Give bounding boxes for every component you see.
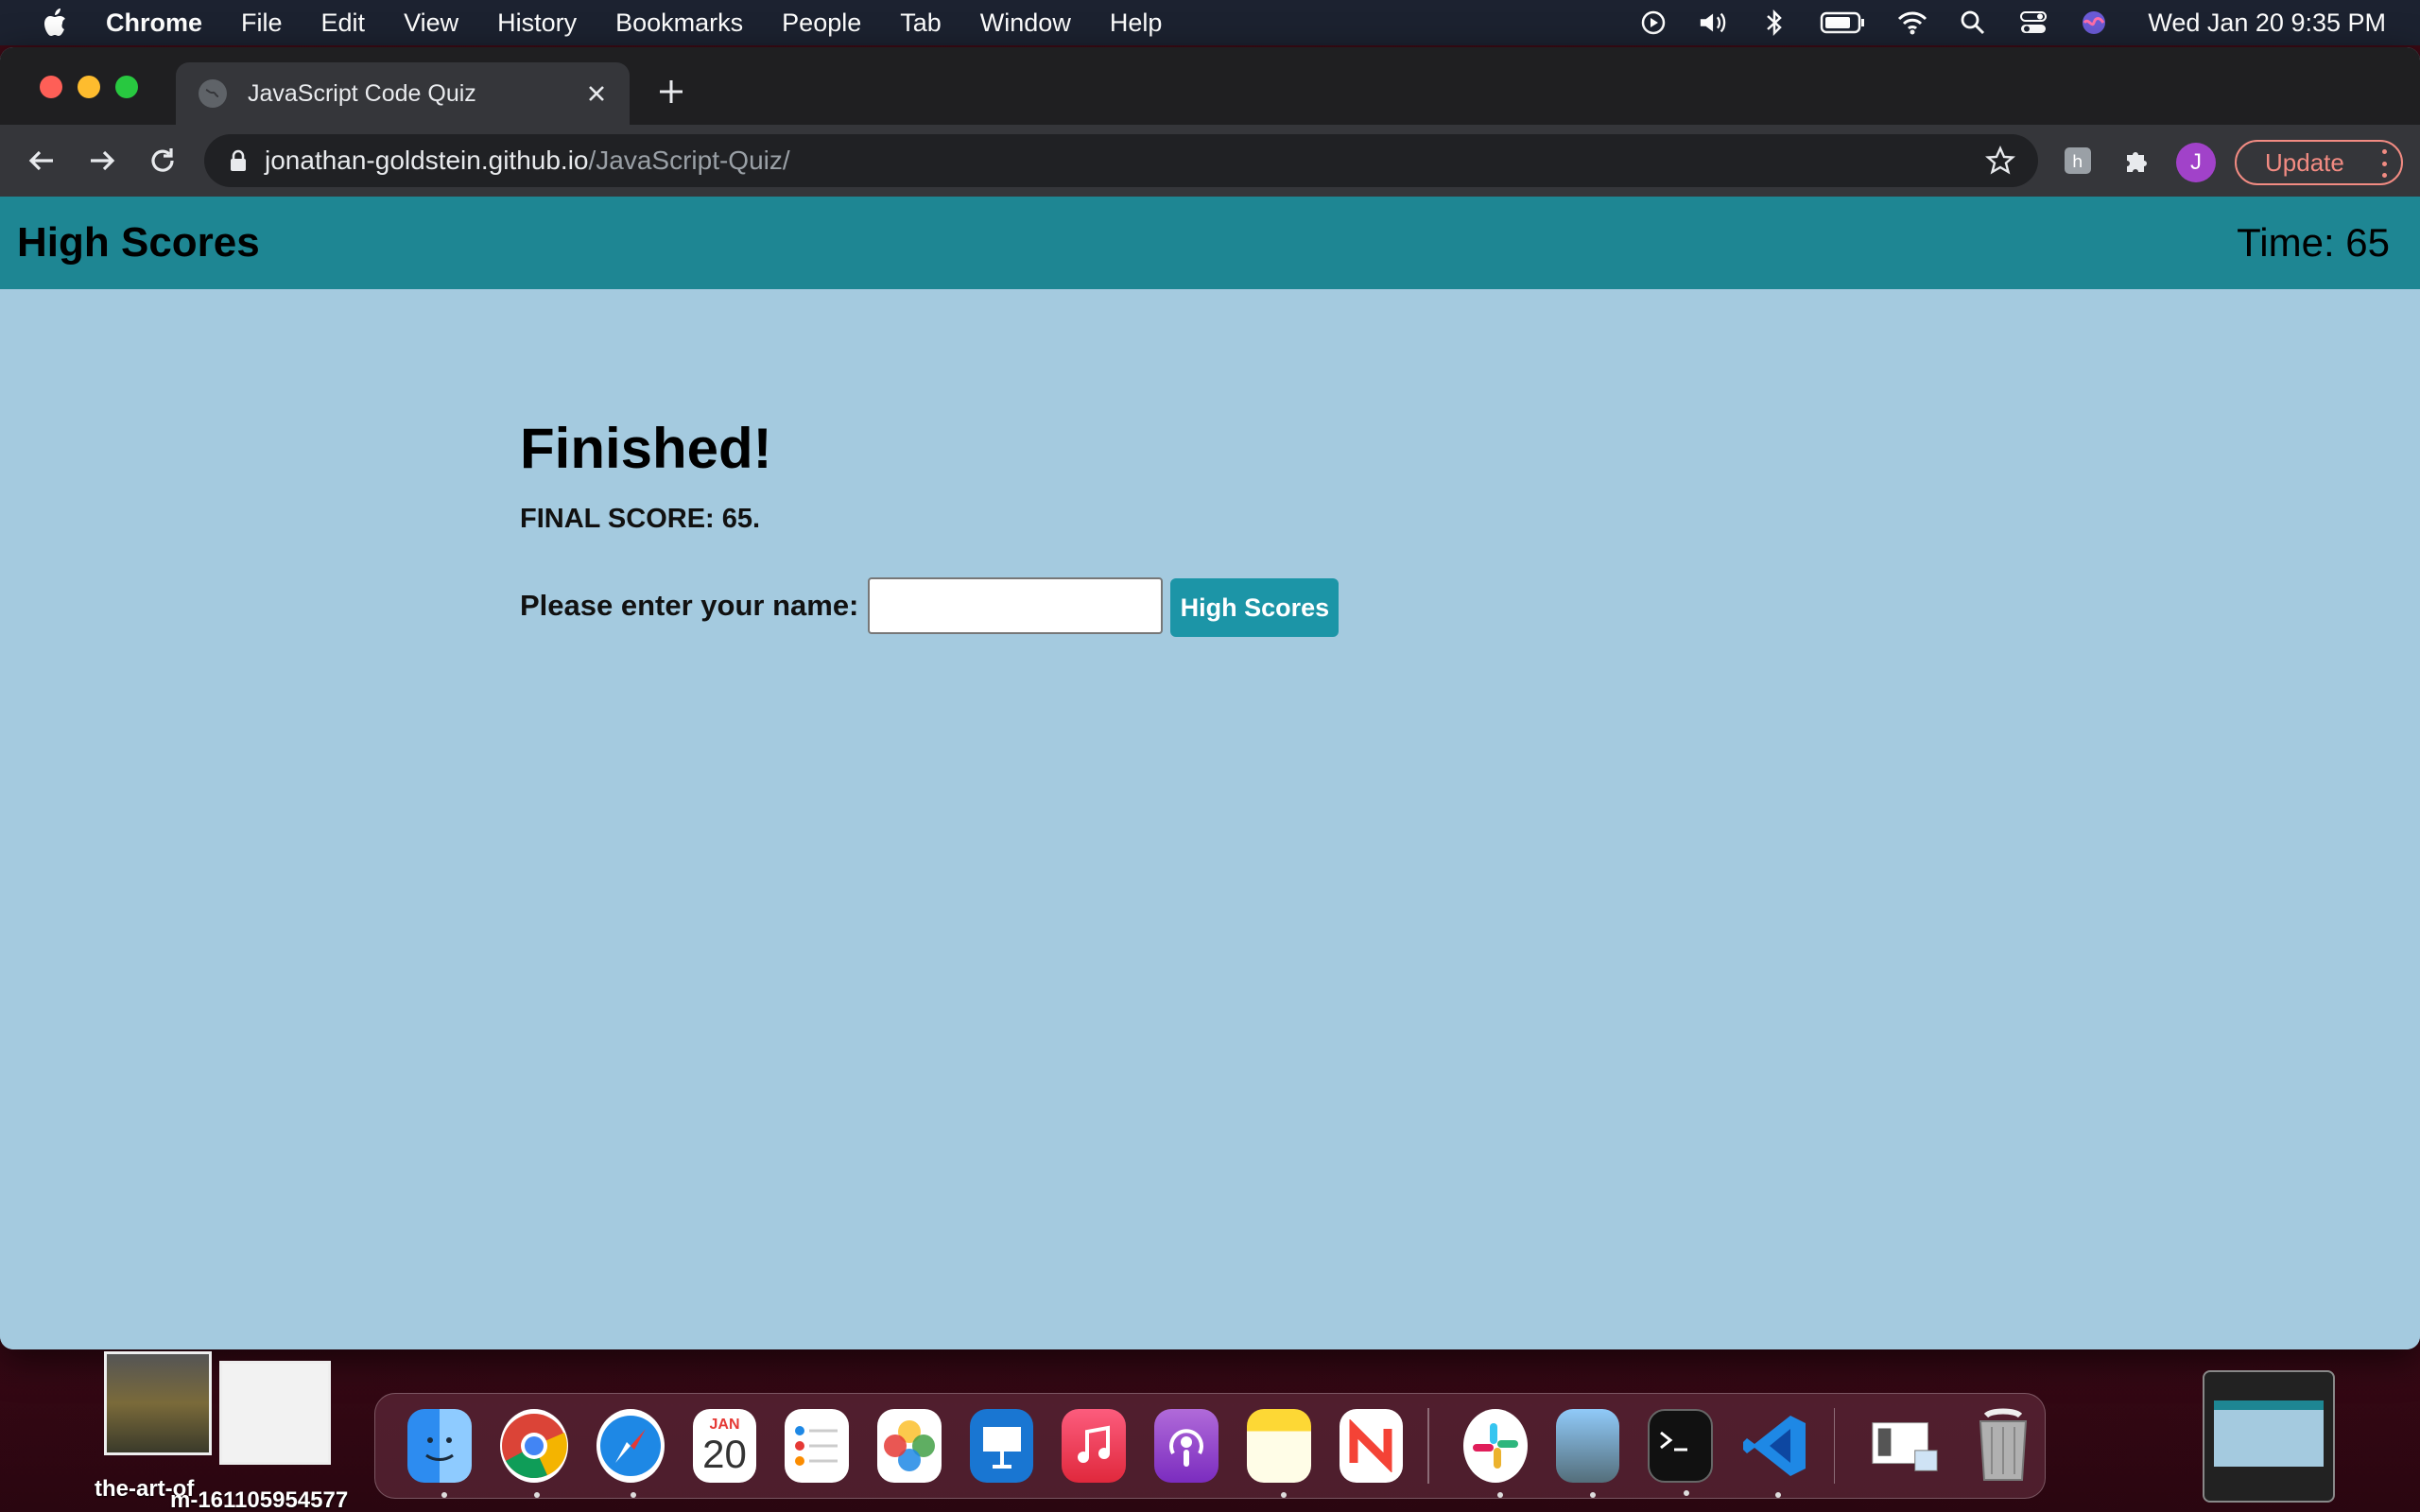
photos-icon[interactable] — [877, 1409, 942, 1483]
siri-icon[interactable] — [2078, 7, 2110, 39]
menu-help[interactable]: Help — [1110, 9, 1163, 38]
wifi-icon[interactable] — [1896, 7, 1928, 39]
submit-high-scores-button[interactable]: High Scores — [1170, 578, 1340, 637]
calendar-day: 20 — [702, 1432, 747, 1476]
lock-icon[interactable] — [227, 147, 250, 174]
finder-icon[interactable] — [407, 1409, 472, 1498]
close-window-button[interactable] — [40, 76, 62, 98]
menu-bookmarks[interactable]: Bookmarks — [615, 9, 743, 38]
volume-icon[interactable] — [1698, 7, 1730, 39]
minimized-window-thumbnail[interactable] — [2203, 1370, 2335, 1503]
menu-clock[interactable]: Wed Jan 20 9:35 PM — [2148, 9, 2386, 38]
bookmark-star-icon[interactable] — [1985, 146, 2015, 176]
terminal-icon[interactable] — [1648, 1409, 1713, 1496]
reload-icon[interactable] — [144, 142, 182, 180]
dock-separator — [1427, 1408, 1429, 1484]
slack-icon[interactable] — [1462, 1409, 1528, 1498]
tab-javascript-quiz[interactable]: JavaScript Code Quiz — [176, 62, 630, 125]
chrome-icon[interactable] — [499, 1409, 568, 1498]
bluetooth-icon[interactable] — [1758, 7, 1790, 39]
name-label: Please enter your name: — [520, 589, 859, 622]
menu-people[interactable]: People — [782, 9, 861, 38]
minimize-window-button[interactable] — [78, 76, 100, 98]
browser-window: JavaScript Code Quiz jonathan-goldstein.… — [0, 47, 2420, 1349]
music-icon[interactable] — [1062, 1409, 1127, 1483]
menu-edit[interactable]: Edit — [321, 9, 366, 38]
update-label: Update — [2265, 147, 2344, 177]
puzzle-piece-icon[interactable] — [2119, 144, 2153, 178]
menu-view[interactable]: View — [404, 9, 458, 38]
menu-file[interactable]: File — [241, 9, 283, 38]
menu-history[interactable]: History — [497, 9, 577, 38]
preview-icon[interactable] — [1555, 1409, 1620, 1498]
browser-toolbar: jonathan-goldstein.github.io/JavaScript-… — [0, 125, 2420, 197]
menu-bar: Chrome File Edit View History Bookmarks … — [0, 0, 2420, 45]
calendar-icon[interactable]: JAN 20 — [692, 1409, 757, 1483]
notes-icon[interactable] — [1246, 1409, 1311, 1498]
name-entry-form: Please enter your name: High Scores — [520, 575, 1340, 637]
desktop-file-label: m-161105954577 — [170, 1487, 349, 1512]
battery-icon[interactable] — [1819, 7, 1868, 39]
vscode-icon[interactable] — [1741, 1409, 1809, 1498]
desktop-file-painting[interactable] — [104, 1351, 212, 1455]
page-content: High Scores Time: 65 Finished! FINAL SCO… — [0, 197, 2420, 1349]
url-host: jonathan-goldstein.github.io — [265, 146, 589, 175]
apple-icon[interactable] — [38, 6, 72, 40]
control-center-icon[interactable] — [2017, 7, 2049, 39]
screenshot-stack-icon[interactable] — [1869, 1409, 1943, 1483]
profile-avatar[interactable]: J — [2176, 143, 2216, 182]
menu-tab[interactable]: Tab — [900, 9, 942, 38]
timer-display: Time: 65 — [2237, 220, 2390, 265]
address-bar[interactable]: jonathan-goldstein.github.io/JavaScript-… — [204, 134, 2038, 187]
desktop-file-comic[interactable] — [219, 1361, 331, 1465]
trash-icon[interactable] — [1971, 1408, 2035, 1483]
page-header: High Scores Time: 65 — [0, 197, 2420, 289]
menu-app-chrome[interactable]: Chrome — [106, 9, 202, 38]
tab-title: JavaScript Code Quiz — [248, 79, 476, 107]
safari-icon[interactable] — [596, 1409, 665, 1498]
final-score-text: FINAL SCORE: 65. — [520, 504, 761, 534]
extension-icon[interactable]: h — [2061, 144, 2095, 178]
reminders-icon[interactable] — [785, 1409, 850, 1483]
keynote-icon[interactable] — [969, 1409, 1034, 1483]
new-tab-icon[interactable] — [654, 76, 688, 110]
zoom-window-button[interactable] — [115, 76, 138, 98]
dock: JAN 20 — [374, 1393, 2046, 1499]
back-arrow-icon[interactable] — [23, 142, 60, 180]
url-path: /JavaScript-Quiz/ — [588, 146, 790, 175]
dock-separator — [1833, 1408, 1836, 1484]
menu-window[interactable]: Window — [980, 9, 1071, 38]
more-options-icon[interactable] — [2380, 149, 2388, 178]
update-button[interactable]: Update — [2235, 140, 2403, 185]
finished-heading: Finished! — [520, 417, 772, 480]
play-icon[interactable] — [1637, 7, 1669, 39]
high-scores-link[interactable]: High Scores — [17, 219, 260, 266]
close-tab-icon[interactable] — [582, 79, 611, 108]
news-icon[interactable] — [1339, 1409, 1404, 1483]
name-input[interactable] — [868, 577, 1164, 634]
globe-icon — [199, 79, 227, 108]
forward-arrow-icon[interactable] — [83, 142, 121, 180]
spotlight-icon[interactable] — [1957, 7, 1989, 39]
svg-text:h: h — [2072, 152, 2083, 172]
podcasts-icon[interactable] — [1154, 1409, 1219, 1483]
tab-strip: JavaScript Code Quiz — [0, 47, 2420, 125]
